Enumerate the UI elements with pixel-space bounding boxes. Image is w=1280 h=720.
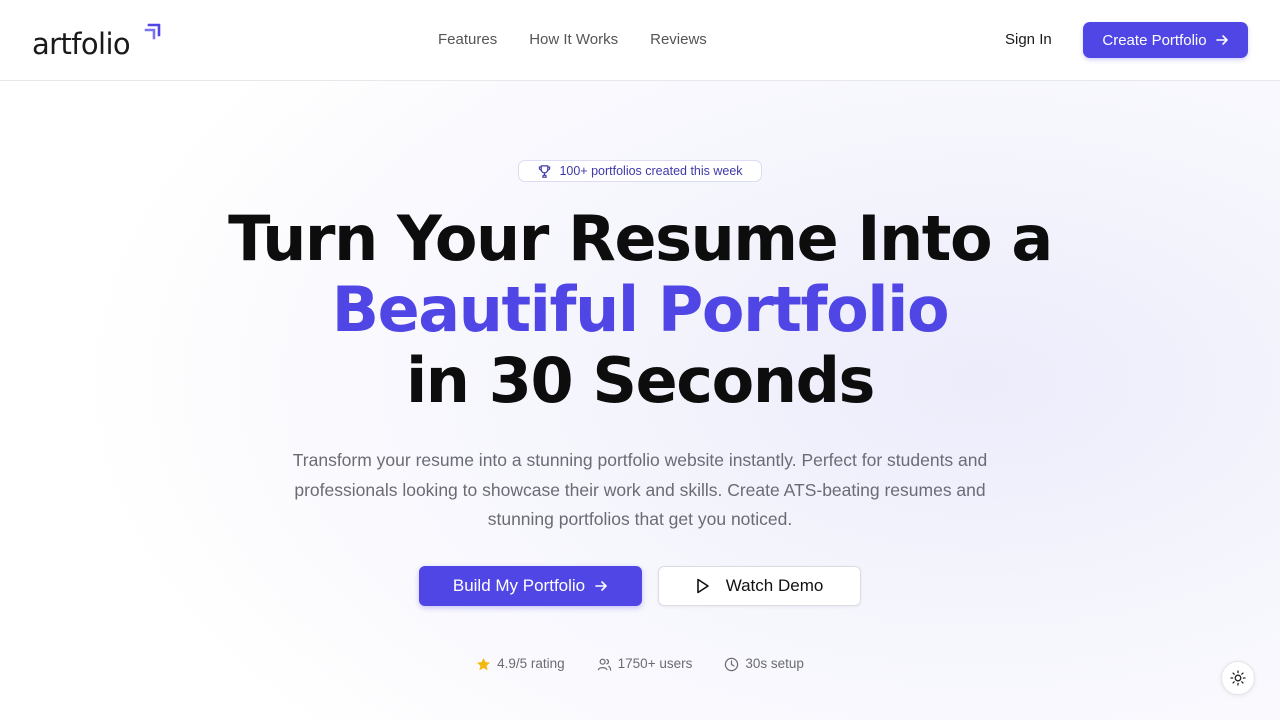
nav-link-features[interactable]: Features bbox=[438, 29, 497, 51]
watch-demo-button[interactable]: Watch Demo bbox=[658, 566, 861, 606]
headline-line-1: Turn Your Resume Into a bbox=[228, 202, 1053, 275]
play-icon bbox=[696, 578, 709, 594]
headline-accent: Beautiful Portfolio bbox=[331, 273, 950, 346]
logo-text: artfolio bbox=[32, 27, 131, 61]
stat-setup-text: 30s setup bbox=[745, 656, 804, 671]
users-icon bbox=[597, 658, 611, 671]
nav-link-reviews[interactable]: Reviews bbox=[650, 29, 707, 51]
announcement-badge: 100+ portfolios created this week bbox=[518, 160, 762, 182]
sun-icon bbox=[1230, 670, 1246, 686]
stat-rating: 4.9/5 rating bbox=[476, 655, 565, 673]
logo[interactable]: artfolio bbox=[32, 22, 161, 62]
build-portfolio-label: Build My Portfolio bbox=[452, 576, 586, 595]
arrow-right-icon bbox=[595, 581, 607, 591]
stat-users-text: 1750+ users bbox=[617, 656, 693, 671]
nav-link-how-it-works[interactable]: How It Works bbox=[529, 29, 618, 51]
stat-rating-text: 4.9/5 rating bbox=[497, 656, 565, 671]
trophy-icon bbox=[539, 164, 551, 178]
watch-demo-label: Watch Demo bbox=[725, 576, 824, 595]
create-portfolio-label: Create Portfolio bbox=[1102, 31, 1207, 49]
create-portfolio-button[interactable]: Create Portfolio bbox=[1083, 22, 1248, 58]
logo-arrow-icon bbox=[144, 23, 161, 40]
hero-section: 100+ portfolios created this week Turn Y… bbox=[0, 81, 1280, 720]
sign-in-link[interactable]: Sign In bbox=[1005, 29, 1052, 51]
stat-users: 1750+ users bbox=[597, 655, 693, 673]
site-header: artfolio Features How It Works Reviews S… bbox=[0, 0, 1280, 81]
main-nav: Features How It Works Reviews bbox=[438, 29, 707, 51]
theme-toggle-button[interactable] bbox=[1221, 661, 1255, 695]
build-portfolio-button[interactable]: Build My Portfolio bbox=[419, 566, 642, 606]
hero-description: Transform your resume into a stunning po… bbox=[292, 450, 988, 529]
headline-line-3: in 30 Seconds bbox=[405, 344, 876, 417]
clock-icon bbox=[725, 657, 739, 671]
hero-headline: Turn Your Resume Into a Beautiful Portfo… bbox=[0, 203, 1280, 416]
star-icon bbox=[477, 657, 491, 670]
stats-row: 4.9/5 rating 1750+ users 30s setup bbox=[0, 655, 1280, 673]
stat-setup: 30s setup bbox=[724, 655, 804, 673]
arrow-right-icon bbox=[1215, 35, 1228, 45]
badge-text: 100+ portfolios created this week bbox=[559, 164, 743, 178]
